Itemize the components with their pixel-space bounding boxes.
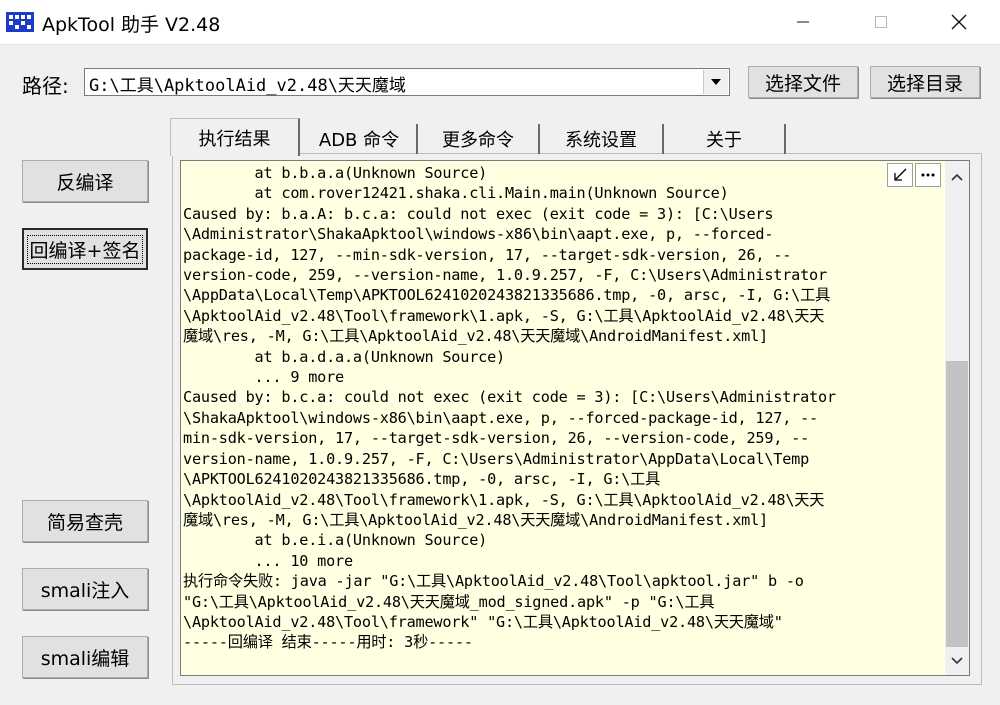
collapse-button[interactable] bbox=[887, 163, 913, 187]
chevron-down-icon bbox=[951, 657, 963, 665]
log-text: at b.b.a.a(Unknown Source) at com.rover1… bbox=[183, 163, 929, 653]
scroll-down-button[interactable] bbox=[945, 649, 969, 673]
scroll-up-button[interactable] bbox=[945, 165, 969, 189]
window-title: ApkTool 助手 V2.48 bbox=[42, 14, 221, 36]
maximize-button[interactable] bbox=[858, 0, 904, 44]
scroll-thumb[interactable] bbox=[946, 361, 968, 647]
log-line: \ApktoolAid_v2.48\Tool\framework\1.apk, … bbox=[183, 306, 825, 325]
path-label: 路径: bbox=[22, 74, 69, 98]
tab-more-commands[interactable]: 更多命令 bbox=[418, 124, 540, 154]
log-line: \Administrator\ShakaApktool\windows-x86\… bbox=[183, 225, 774, 244]
log-line: ... 10 more bbox=[183, 551, 354, 570]
close-icon bbox=[951, 14, 967, 30]
log-line: \ApktoolAid_v2.48\Tool\framework\1.apk, … bbox=[183, 490, 825, 509]
log-line: at b.e.i.a(Unknown Source) bbox=[183, 531, 488, 550]
decompile-button[interactable]: 反编译 bbox=[22, 160, 148, 202]
tab-results[interactable]: 执行结果 bbox=[170, 118, 300, 156]
tab-system-settings[interactable]: 系统设置 bbox=[540, 124, 664, 154]
log-line: version-name, 1.0.9.257, -F, C:\Users\Ad… bbox=[183, 449, 810, 468]
log-line: 魔域\res, -M, G:\工具\ApktoolAid_v2.48\天天魔域\… bbox=[183, 510, 768, 529]
path-value: G:\工具\ApktoolAid_v2.48\天天魔域 bbox=[89, 76, 406, 96]
log-line: Caused by: b.c.a: could not exec (exit c… bbox=[183, 388, 836, 407]
log-line: at b.a.d.a.a(Unknown Source) bbox=[183, 347, 506, 366]
combo-dropdown-button[interactable] bbox=[703, 70, 728, 94]
select-directory-button[interactable]: 选择目录 bbox=[870, 66, 980, 98]
more-options-button[interactable] bbox=[915, 163, 941, 187]
log-output[interactable]: at b.b.a.a(Unknown Source) at com.rover1… bbox=[180, 160, 970, 676]
log-line: package-id, 127, --min-sdk-version, 17, … bbox=[183, 245, 792, 264]
log-tools bbox=[887, 163, 941, 189]
chevron-up-icon bbox=[951, 173, 963, 181]
log-line: ... 9 more bbox=[183, 368, 345, 387]
minimize-button[interactable] bbox=[780, 0, 826, 44]
log-line: 执行命令失败: java -jar "G:\工具\ApktoolAid_v2.4… bbox=[183, 572, 804, 591]
log-line: \APKTOOL6241020243821335686.tmp, -0, ars… bbox=[183, 470, 661, 489]
log-line: -----回编译 结束-----用时: 3秒----- bbox=[183, 633, 473, 652]
log-line: "G:\工具\ApktoolAid_v2.48\天天魔域_mod_signed.… bbox=[183, 592, 715, 611]
recompile-sign-button[interactable]: 回编译+签名 bbox=[22, 228, 148, 270]
ellipsis-icon bbox=[921, 173, 935, 177]
close-button[interactable] bbox=[936, 0, 982, 44]
maximize-icon bbox=[875, 16, 887, 28]
smali-edit-button[interactable]: smali编辑 bbox=[22, 636, 148, 678]
select-file-button[interactable]: 选择文件 bbox=[748, 66, 858, 98]
log-line: at b.b.a.a(Unknown Source) bbox=[183, 164, 488, 182]
tab-about[interactable]: 关于 bbox=[664, 124, 786, 154]
log-line: 魔域\res, -M, G:\工具\ApktoolAid_v2.48\天天魔域\… bbox=[183, 327, 768, 346]
log-scrollbar[interactable] bbox=[945, 161, 969, 675]
log-line: \ShakaApktool\windows-x86\bin\aapt.exe, … bbox=[183, 408, 818, 427]
path-combobox[interactable]: G:\工具\ApktoolAid_v2.48\天天魔域 bbox=[84, 68, 730, 96]
log-line: \ApktoolAid_v2.48\Tool\framework" "G:\工具… bbox=[183, 612, 783, 631]
arrow-down-left-icon bbox=[894, 168, 907, 181]
log-line: Caused by: b.a.A: b.c.a: could not exec … bbox=[183, 204, 774, 223]
minimize-icon bbox=[797, 21, 809, 23]
title-bar: ApkTool 助手 V2.48 bbox=[0, 0, 1000, 45]
log-line: version-code, 259, --version-name, 1.0.9… bbox=[183, 266, 827, 285]
chevron-down-icon bbox=[711, 79, 721, 85]
smali-inject-button[interactable]: smali注入 bbox=[22, 568, 148, 610]
log-line: min-sdk-version, 17, --target-sdk-versio… bbox=[183, 429, 810, 448]
shell-check-button[interactable]: 简易查壳 bbox=[22, 500, 148, 542]
log-line: \AppData\Local\Temp\APKTOOL6241020243821… bbox=[183, 286, 831, 305]
tab-adb-commands[interactable]: ADB 命令 bbox=[302, 124, 418, 154]
log-line: at com.rover12421.shaka.cli.Main.main(Un… bbox=[183, 184, 729, 203]
recompile-sign-label: 回编译+签名 bbox=[26, 234, 144, 264]
app-icon bbox=[6, 12, 34, 32]
